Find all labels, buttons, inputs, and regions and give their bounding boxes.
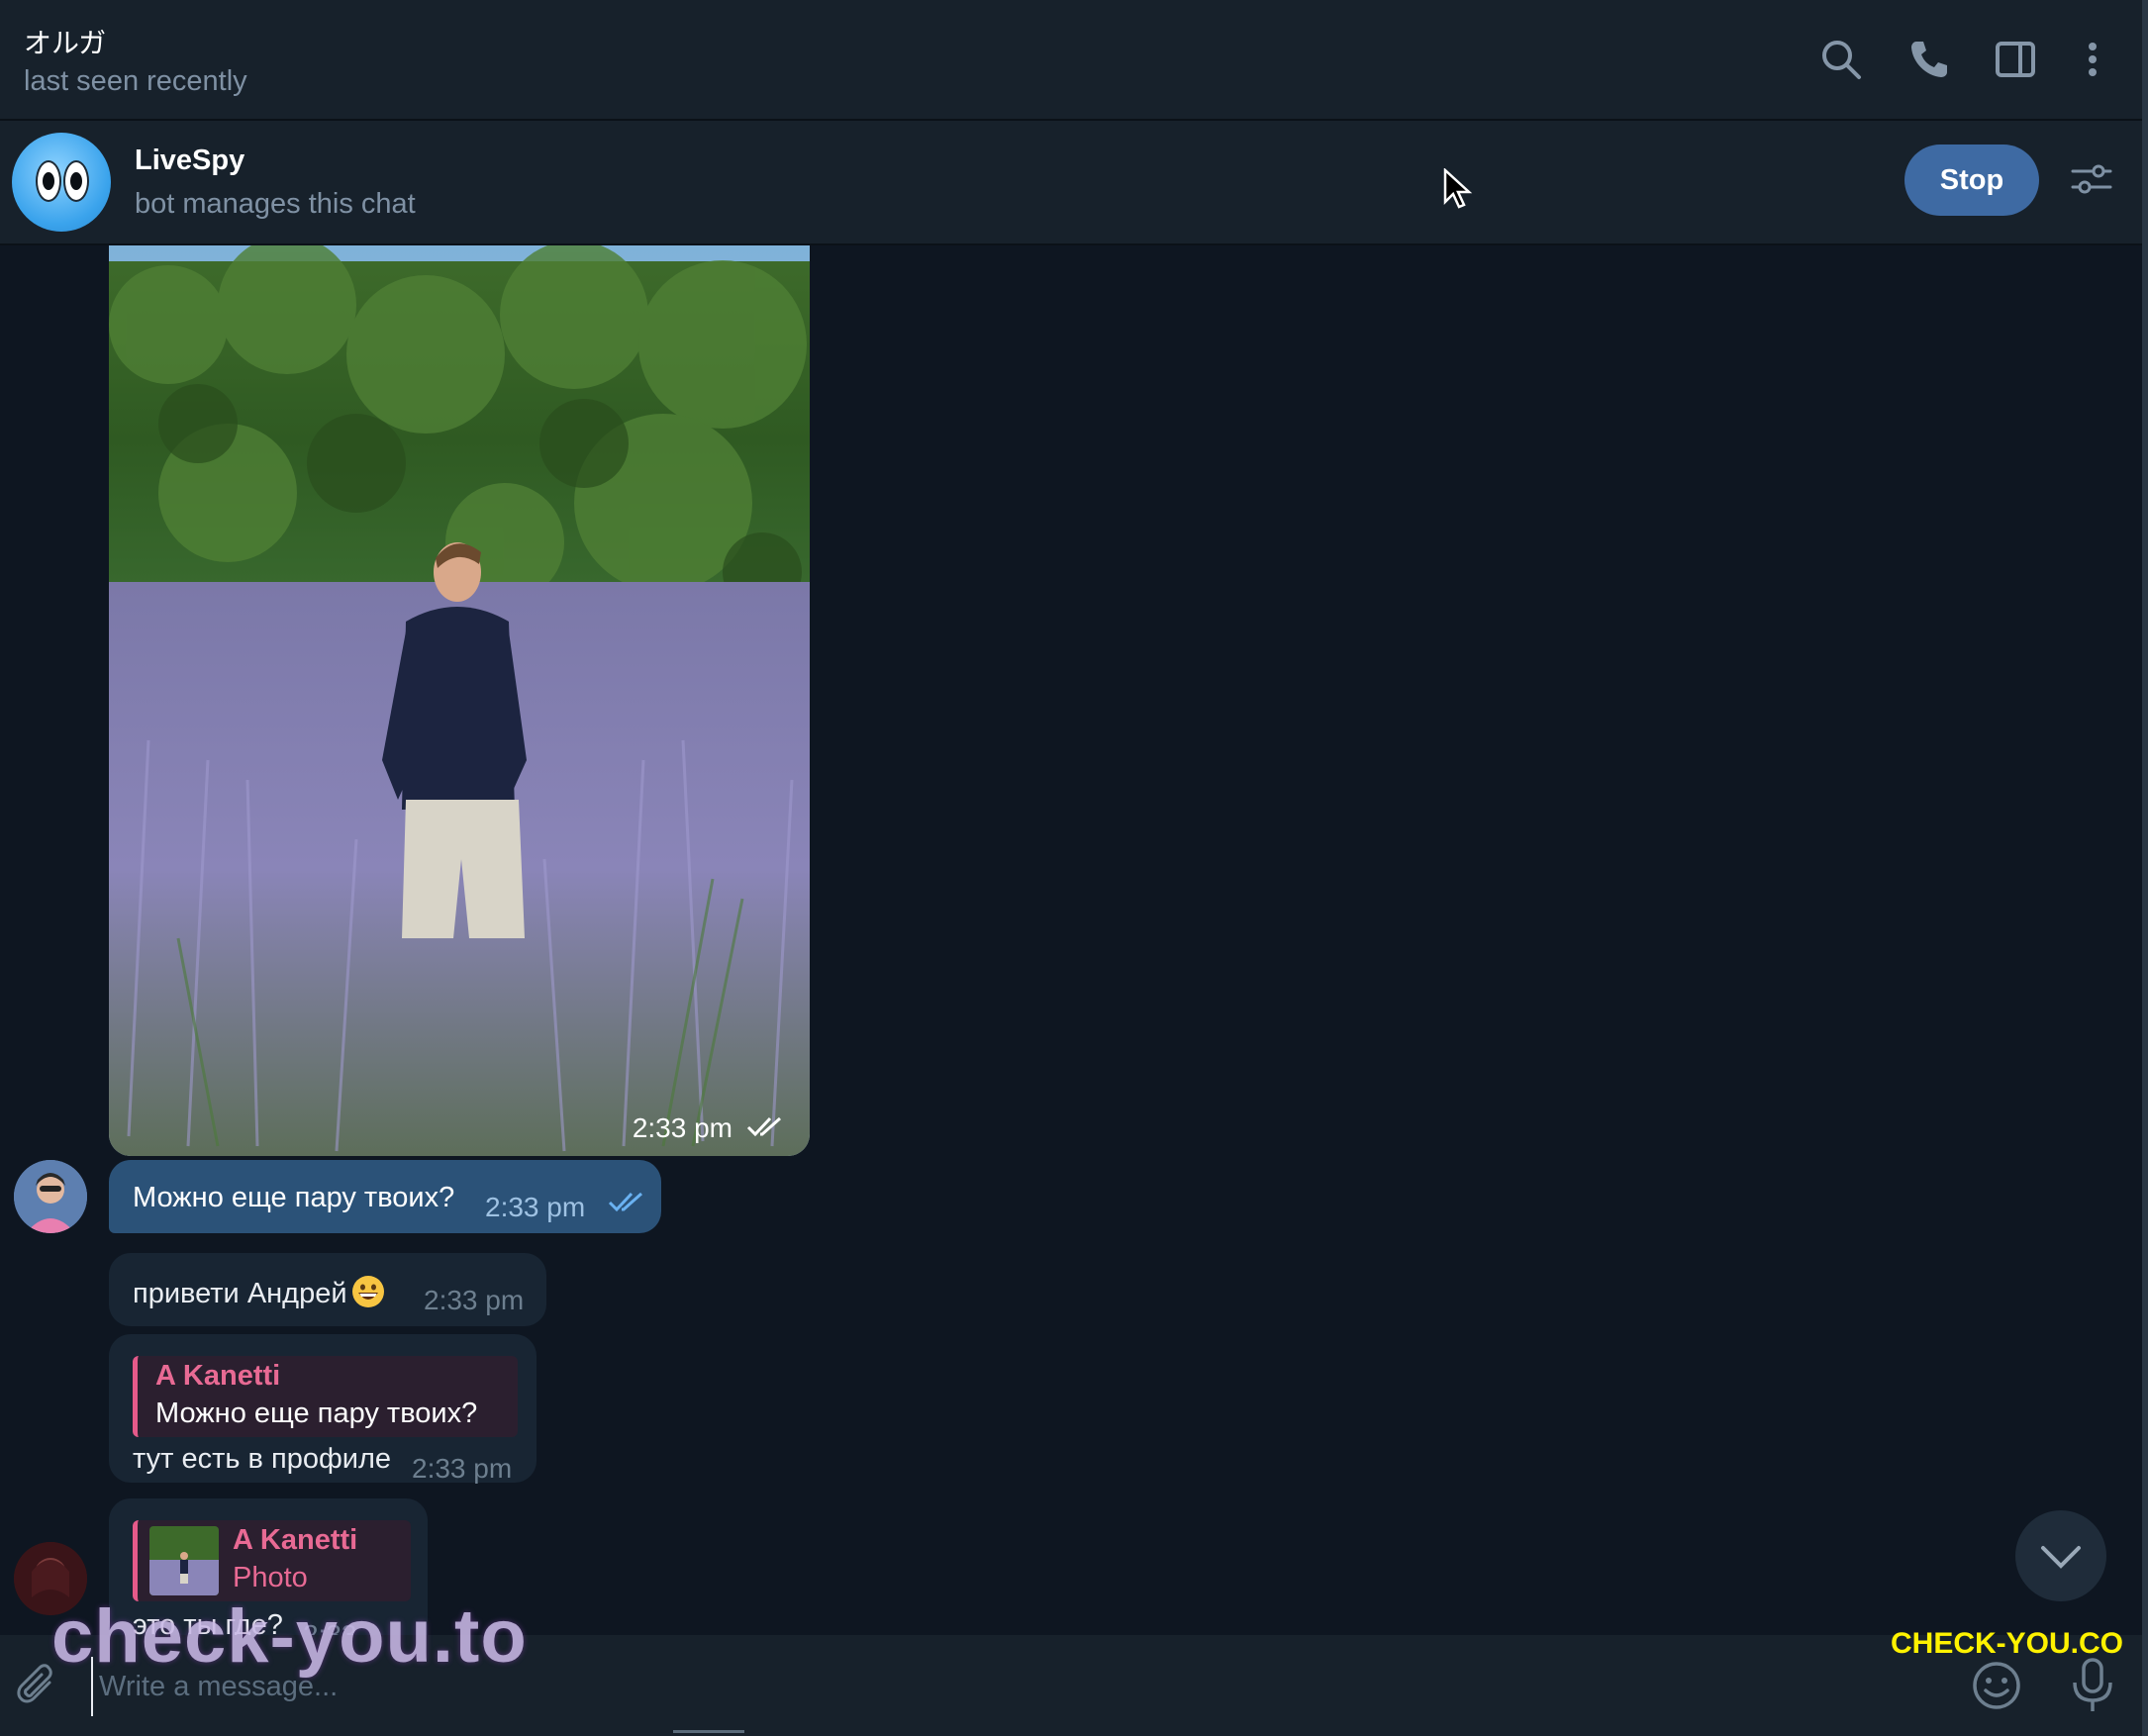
watermark-text: CHECK-YOU.CO: [1891, 1627, 2124, 1660]
mouse-cursor-icon: [1443, 167, 1473, 215]
incoming-message[interactable]: привети Андрей 2:33 pm: [109, 1253, 546, 1326]
sidebar-toggle-icon[interactable]: [1992, 36, 2039, 83]
avatar[interactable]: [14, 1160, 87, 1233]
chat-status: last seen recently: [24, 65, 247, 97]
reply-photo-thumbnail: [149, 1526, 219, 1595]
chevron-down-icon: [2039, 1540, 2083, 1577]
chat-header: オルガ last seen recently: [0, 0, 2148, 121]
double-check-icon: [608, 1190, 647, 1218]
bot-settings-icon[interactable]: [2069, 156, 2114, 202]
microphone-icon[interactable]: [2067, 1657, 2118, 1714]
double-check-icon: [746, 1114, 786, 1138]
message-text: привети Андрей: [133, 1278, 347, 1309]
bot-bar: LiveSpy bot manages this chat Stop: [0, 121, 2148, 245]
reply-quote[interactable]: A Kanetti Можно еще пару твоих?: [133, 1356, 518, 1437]
chat-area[interactable]: 2:33 pm Можно еще пару твоих? 2:33 pm пр…: [0, 245, 2148, 1635]
watermark-text: check-you.to: [51, 1594, 528, 1679]
stop-button[interactable]: Stop: [1904, 145, 2039, 216]
message-time: 2:33 pm: [412, 1453, 513, 1484]
photo-message[interactable]: 2:33 pm: [109, 245, 810, 1156]
emoji-picker-icon[interactable]: [1970, 1659, 2023, 1712]
incoming-message[interactable]: A Kanetti Можно еще пару твоих? тут есть…: [109, 1334, 537, 1484]
bot-name[interactable]: LiveSpy: [135, 145, 244, 177]
bot-avatar[interactable]: [12, 133, 111, 232]
message-time: 2:33 pm: [632, 1112, 732, 1143]
reply-author: A Kanetti: [233, 1524, 358, 1556]
message-time: 2:33 pm: [424, 1285, 525, 1315]
reply-author: A Kanetti: [155, 1360, 281, 1392]
outgoing-message[interactable]: Можно еще пару твоих? 2:33 pm: [109, 1160, 661, 1233]
chat-title[interactable]: オルガ: [24, 22, 106, 61]
message-time: 2:33 pm: [485, 1192, 586, 1222]
message-text-wrap: привети Андрей: [133, 1275, 385, 1310]
reply-quote[interactable]: A Kanetti Photo: [133, 1520, 411, 1601]
bot-subtitle: bot manages this chat: [135, 188, 416, 220]
window-edge: [2142, 0, 2148, 1736]
reply-text: Photo: [233, 1562, 308, 1593]
search-icon[interactable]: [1817, 36, 1865, 83]
message-text: Можно еще пару твоих?: [133, 1182, 455, 1213]
grinning-face-emoji-icon: [351, 1275, 385, 1308]
message-text: тут есть в профиле: [133, 1443, 392, 1475]
more-vertical-icon[interactable]: [2069, 36, 2116, 83]
phone-icon[interactable]: [1904, 36, 1952, 83]
reply-text: Можно еще пару твоих?: [155, 1398, 478, 1429]
resize-handle[interactable]: [673, 1730, 744, 1733]
scroll-down-button[interactable]: [2015, 1510, 2106, 1601]
